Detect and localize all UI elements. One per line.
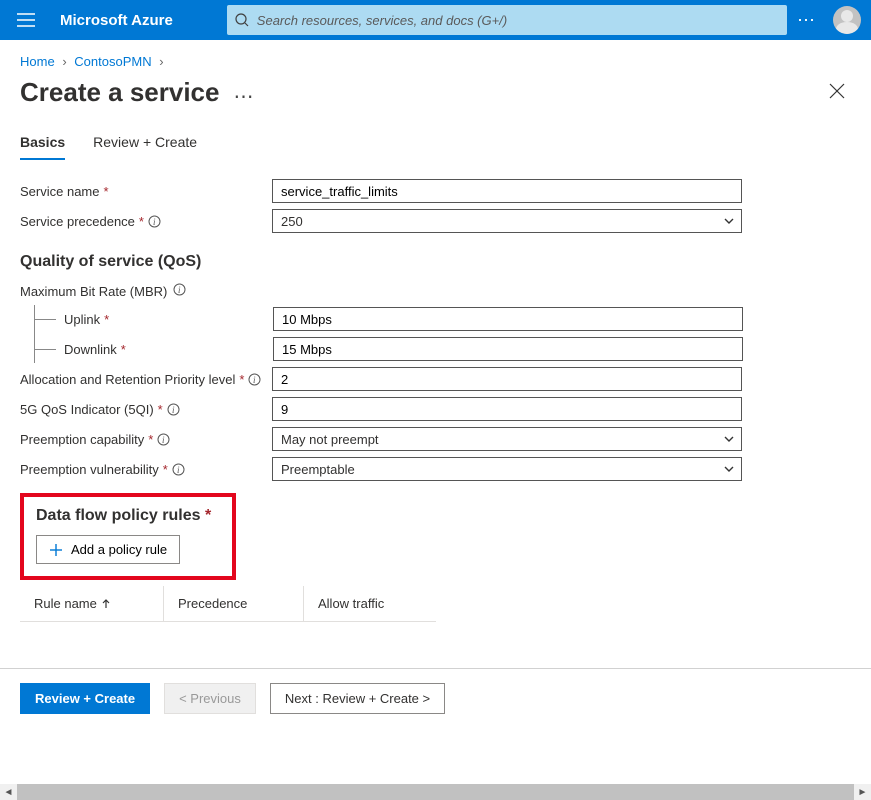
service-precedence-label: Service precedence* i [20,214,272,229]
svg-text:i: i [153,217,156,227]
scroll-thumb[interactable] [17,784,854,800]
info-icon[interactable]: i [157,433,170,446]
sort-up-icon [101,599,111,609]
search-icon [235,13,249,27]
scroll-left-arrow[interactable]: ◄ [0,784,17,800]
fiveqi-label: 5G QoS Indicator (5QI)* i [20,402,272,417]
preempt-cap-label: Preemption capability* i [20,432,272,447]
hamburger-menu[interactable] [10,0,42,40]
svg-text:i: i [177,465,180,475]
scroll-right-arrow[interactable]: ► [854,784,871,800]
preempt-vuln-select[interactable]: Preemptable [272,457,742,481]
brand: Microsoft Azure [60,12,173,29]
svg-text:i: i [162,435,165,445]
col-rule-name[interactable]: Rule name [20,586,164,622]
info-icon[interactable]: i [248,373,261,386]
tabs: Basics Review + Create [0,126,871,161]
policy-rules-highlight: Data flow policy rules * Add a policy ru… [20,493,236,580]
add-policy-rule-button[interactable]: Add a policy rule [36,535,180,564]
policy-rules-heading: Data flow policy rules * [36,507,220,525]
form: Service name* Service precedence* i 250 … [0,161,871,622]
chevron-right-icon: › [58,54,70,69]
qos-heading: Quality of service (QoS) [20,253,851,271]
mbr-label: Maximum Bit Rate (MBR) i [20,283,851,299]
svg-text:i: i [172,405,175,415]
chevron-down-icon [723,463,735,475]
downlink-label: Downlink* [35,342,273,357]
info-icon[interactable]: i [148,215,161,228]
uplink-label: Uplink* [35,312,273,327]
chevron-down-icon [723,433,735,445]
chevron-right-icon: › [155,54,167,69]
svg-text:i: i [178,285,181,295]
page-title: Create a service [20,77,219,108]
horizontal-scrollbar[interactable]: ◄ ► [0,784,871,800]
previous-button: < Previous [164,683,256,714]
breadcrumb: Home › ContosoPMN › [0,40,871,75]
info-icon[interactable]: i [167,403,180,416]
info-icon[interactable]: i [173,283,186,299]
service-name-input[interactable] [272,179,742,203]
top-bar: Microsoft Azure Search resources, servic… [0,0,871,40]
close-button[interactable] [823,77,851,108]
global-search[interactable]: Search resources, services, and docs (G+… [227,5,787,35]
page-header: Create a service ⋯ [0,75,871,126]
downlink-input[interactable] [273,337,743,361]
search-placeholder: Search resources, services, and docs (G+… [257,13,507,28]
plus-icon [49,543,63,557]
fiveqi-input[interactable] [272,397,742,421]
col-precedence[interactable]: Precedence [164,586,304,622]
footer: Review + Create < Previous Next : Review… [0,669,871,728]
tab-review-create[interactable]: Review + Create [93,126,197,160]
service-name-label: Service name* [20,184,272,199]
arp-input[interactable] [272,367,742,391]
arp-label: Allocation and Retention Priority level*… [20,372,272,387]
breadcrumb-home[interactable]: Home [20,54,55,69]
user-avatar[interactable] [833,6,861,34]
preempt-vuln-label: Preemption vulnerability* i [20,462,272,477]
next-button[interactable]: Next : Review + Create > [270,683,445,714]
review-create-button[interactable]: Review + Create [20,683,150,714]
service-precedence-select[interactable]: 250 [272,209,742,233]
topbar-more-icon[interactable]: ⋯ [787,10,827,31]
title-more-icon[interactable]: ⋯ [233,79,255,107]
info-icon[interactable]: i [172,463,185,476]
rules-table-header: Rule name Precedence Allow traffic [20,586,851,622]
preempt-cap-select[interactable]: May not preempt [272,427,742,451]
uplink-input[interactable] [273,307,743,331]
breadcrumb-project[interactable]: ContosoPMN [74,54,151,69]
col-allow-traffic[interactable]: Allow traffic [304,586,436,622]
chevron-down-icon [723,215,735,227]
tab-basics[interactable]: Basics [20,126,65,160]
svg-text:i: i [253,375,256,385]
